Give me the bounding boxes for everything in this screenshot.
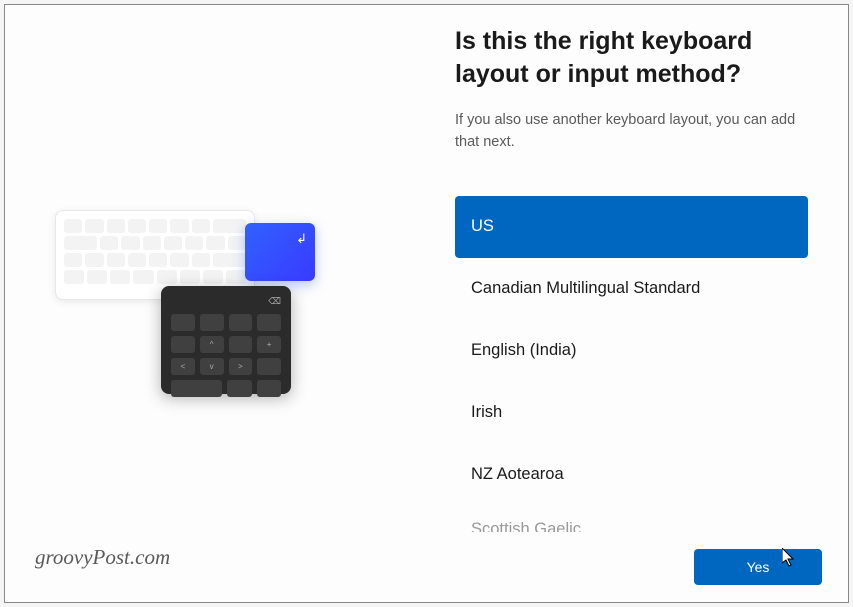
- layout-option-english-india[interactable]: English (India): [455, 320, 808, 382]
- illustration-pane: ↲ ⌫ ^+ <v>: [5, 5, 455, 602]
- dark-numpad-graphic: ⌫ ^+ <v>: [161, 286, 291, 394]
- layout-option-nz[interactable]: NZ Aotearoa: [455, 444, 808, 506]
- watermark-text: groovyPost.com: [35, 545, 170, 570]
- enter-icon: ↲: [296, 231, 307, 247]
- oobe-window: ↲ ⌫ ^+ <v> Is this the right keyboard la…: [4, 4, 849, 603]
- content-pane: Is this the right keyboard layout or inp…: [455, 5, 848, 602]
- layout-option-us[interactable]: US: [455, 196, 808, 258]
- page-subtitle: If you also use another keyboard layout,…: [455, 110, 848, 154]
- layout-option-irish[interactable]: Irish: [455, 382, 808, 444]
- page-title: Is this the right keyboard layout or inp…: [455, 25, 848, 90]
- blue-device-graphic: ↲: [245, 223, 315, 281]
- yes-button[interactable]: Yes: [694, 549, 822, 585]
- layout-option-canadian[interactable]: Canadian Multilingual Standard: [455, 258, 808, 320]
